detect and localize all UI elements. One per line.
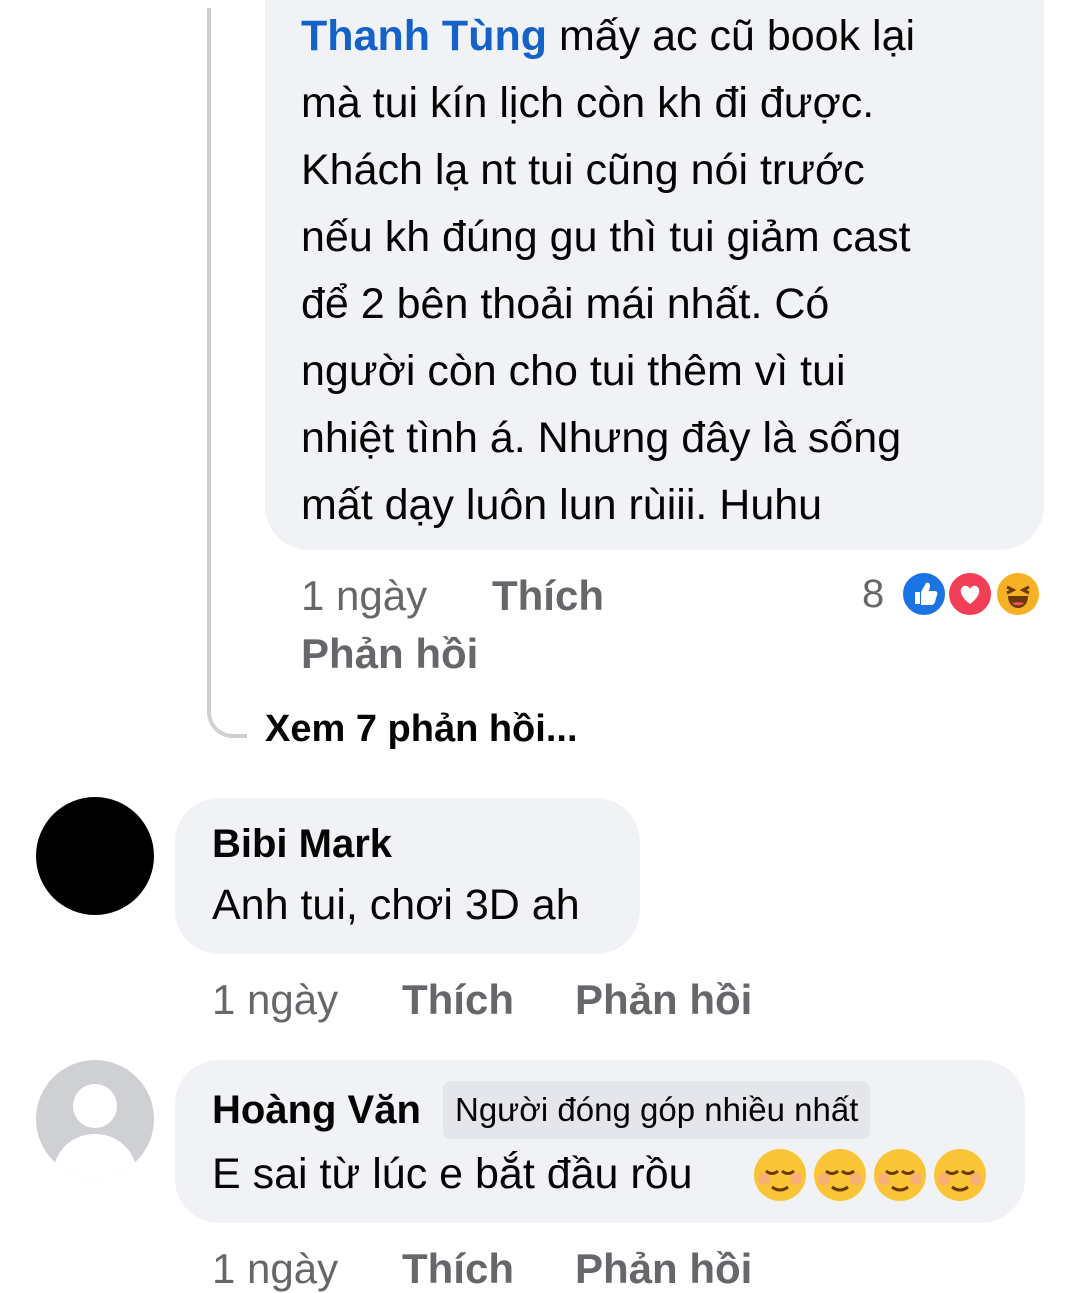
comment-text: E sai từ lúc e bắt đầu rồu xyxy=(212,1150,693,1198)
comment-timestamp: 1 ngày xyxy=(212,976,339,1023)
default-avatar-icon xyxy=(52,1084,138,1178)
reply-line: nếu kh đúng gu thì tui giảm cast xyxy=(301,213,911,261)
relieved-face-icon xyxy=(754,1149,806,1201)
avatar[interactable] xyxy=(36,797,154,915)
reply-reply-button[interactable]: Phản hồi xyxy=(301,630,478,678)
reply-line: Khách lạ nt tui cũng nói trước xyxy=(301,146,865,194)
reply-like-button[interactable]: Thích xyxy=(492,572,604,620)
comment-text: Anh tui, chơi 3D ah xyxy=(212,881,580,929)
reply-line: để 2 bên thoải mái nhất. Có xyxy=(301,280,830,328)
haha-icon[interactable] xyxy=(994,570,1042,618)
mention-link[interactable]: Thanh Tùng xyxy=(301,12,547,60)
comment-author[interactable]: Bibi Mark xyxy=(212,822,392,867)
reply-line: người còn cho tui thêm vì tui xyxy=(301,347,846,395)
love-icon[interactable] xyxy=(946,570,994,618)
reaction-count[interactable]: 8 xyxy=(862,572,884,617)
reply-timestamp: 1 ngày xyxy=(301,572,428,619)
avatar[interactable] xyxy=(36,1060,154,1178)
comment-thread: Thanh Tùng mấy ac cũ book lại mà tui kín … xyxy=(0,0,1080,1293)
reply-line: mấy ac cũ book lại xyxy=(547,12,916,60)
relieved-face-icon xyxy=(934,1149,986,1201)
comment-reply-button[interactable]: Phản hồi xyxy=(575,976,752,1024)
relieved-face-icon xyxy=(814,1149,866,1201)
reply-line: mà tui kín lịch còn kh đi được. xyxy=(301,79,875,127)
top-contributor-badge: Người đóng góp nhiều nhất xyxy=(443,1081,871,1139)
comment-like-button[interactable]: Thích xyxy=(402,1245,514,1293)
comment-like-button[interactable]: Thích xyxy=(402,976,514,1024)
reply-text: Thanh Tùng mấy ac cũ book lại mà tui kín … xyxy=(301,3,1021,539)
reply-line: mất dạy luôn lun rùiii. Huhu xyxy=(301,481,823,529)
comment-reply-button[interactable]: Phản hồi xyxy=(575,1245,752,1293)
comment-timestamp: 1 ngày xyxy=(212,1245,339,1292)
view-more-replies-link[interactable]: Xem 7 phản hồi... xyxy=(265,708,578,751)
reply-line: nhiệt tình á. Nhưng đây là sống xyxy=(301,414,902,462)
like-icon[interactable] xyxy=(900,570,948,618)
relieved-face-icon xyxy=(874,1149,926,1201)
comment-author[interactable]: Hoàng Văn xyxy=(212,1088,421,1133)
thread-connector-line xyxy=(207,8,247,738)
